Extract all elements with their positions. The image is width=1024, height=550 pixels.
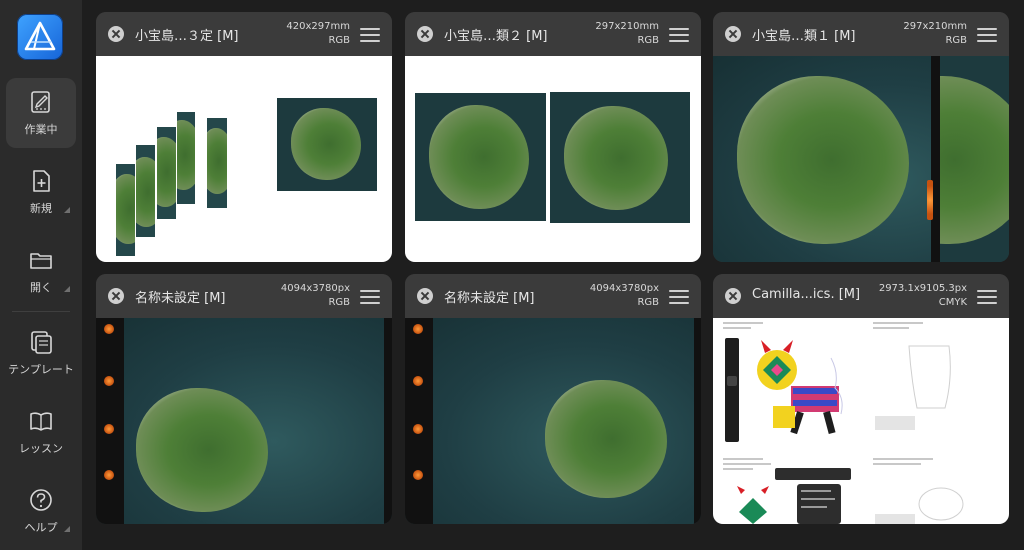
template-icon <box>31 331 52 354</box>
document-size: 297x210mm <box>903 21 967 32</box>
thumbnail-island <box>737 76 909 244</box>
document-color-mode: RGB <box>637 297 659 308</box>
document-color-mode: RGB <box>637 35 659 46</box>
document-thumbnail[interactable] <box>713 56 1009 262</box>
thumbnail-slice <box>136 145 155 237</box>
sidebar-item-templates[interactable]: テンプレート <box>6 318 76 388</box>
document-title: 小宝島…類１ [M] <box>752 29 856 44</box>
film-edge-right <box>694 318 701 524</box>
film-marker <box>413 376 423 386</box>
app-logo-icon <box>17 14 63 60</box>
document-thumbnail[interactable] <box>405 318 701 524</box>
thumbnail-slice <box>207 118 227 208</box>
sidebar-item-help[interactable]: ヘルプ <box>6 476 76 546</box>
document-menu-button[interactable] <box>669 28 689 42</box>
document-card-header: 名称未設定 [M] 4094x3780px RGB <box>405 274 701 318</box>
sidebar-item-label: ヘルプ <box>24 521 58 534</box>
document-card[interactable]: 小宝島…類１ [M] 297x210mm RGB <box>713 12 1009 262</box>
corner-indicator <box>64 286 70 292</box>
thumbnail-frame-edge <box>931 56 940 262</box>
document-card-header: 小宝島…類２ [M] 297x210mm RGB <box>405 12 701 56</box>
film-marker <box>413 470 423 480</box>
film-edge-right <box>384 318 392 524</box>
illustration-preview <box>723 322 964 524</box>
sidebar-divider <box>12 311 70 312</box>
document-title: 小宝島…類２ [M] <box>444 29 548 44</box>
document-card-header: 名称未設定 [M] 4094x3780px RGB <box>96 274 392 318</box>
document-size: 4094x3780px <box>280 283 350 294</box>
document-card-header: 小宝島…類１ [M] 297x210mm RGB <box>713 12 1009 56</box>
document-menu-button[interactable] <box>360 28 380 42</box>
sidebar-item-label: レッスン <box>19 442 63 455</box>
film-marker <box>104 424 114 434</box>
folder-icon <box>30 253 52 269</box>
document-size: 2973.1x9105.3px <box>878 283 967 294</box>
document-card[interactable]: 名称未設定 [M] 4094x3780px RGB <box>96 274 392 524</box>
book-icon <box>30 412 52 431</box>
document-size: 297x210mm <box>595 21 659 32</box>
sidebar-item-label: 開く <box>30 281 52 294</box>
document-color-mode: RGB <box>328 35 350 46</box>
document-card[interactable]: 名称未設定 [M] 4094x3780px RGB <box>405 274 701 524</box>
close-document-button[interactable] <box>108 288 124 304</box>
corner-indicator <box>64 207 70 213</box>
close-document-button[interactable] <box>417 26 433 42</box>
question-icon <box>30 489 52 511</box>
sidebar: 作業中 新規 開く テンプレート レッスン ヘルプ <box>0 0 82 550</box>
document-title: 名称未設定 [M] <box>135 291 226 306</box>
document-card-header: Camilla...ics. [M] 2973.1x9105.3px CMYK <box>713 274 1009 318</box>
thumbnail-photo <box>277 98 377 191</box>
document-thumbnail[interactable] <box>405 56 701 262</box>
document-menu-button[interactable] <box>669 290 689 304</box>
sidebar-item-label: 新規 <box>30 202 52 215</box>
close-document-button[interactable] <box>725 288 741 304</box>
thumbnail-slice <box>157 127 176 219</box>
document-menu-button[interactable] <box>360 290 380 304</box>
document-thumbnail[interactable] <box>96 56 392 262</box>
thumbnail-slice <box>177 112 195 204</box>
film-marker <box>413 424 423 434</box>
document-size: 4094x3780px <box>589 283 659 294</box>
new-document-icon <box>33 170 50 192</box>
thumbnail-photo <box>415 93 546 221</box>
document-color-mode: CMYK <box>938 297 967 308</box>
close-document-button[interactable] <box>417 288 433 304</box>
close-document-button[interactable] <box>108 26 124 42</box>
film-marker <box>413 324 423 334</box>
sidebar-item-working[interactable]: 作業中 <box>6 78 76 148</box>
thumbnail-island <box>545 380 667 498</box>
document-card[interactable]: Camilla...ics. [M] 2973.1x9105.3px CMYK <box>713 274 1009 524</box>
film-marker <box>104 470 114 480</box>
thumbnail-marker <box>927 180 933 220</box>
document-title: 小宝島…３定 [M] <box>135 29 239 44</box>
document-card-header: 小宝島…３定 [M] 420x297mm RGB <box>96 12 392 56</box>
thumbnail-island <box>136 388 268 512</box>
document-thumbnail[interactable] <box>96 318 392 524</box>
thumbnail-photo <box>940 56 1009 262</box>
document-card[interactable]: 小宝島…類２ [M] 297x210mm RGB <box>405 12 701 262</box>
sidebar-item-open[interactable]: 開く <box>6 236 76 306</box>
film-edge-left <box>96 318 124 524</box>
document-thumbnail[interactable] <box>713 318 1009 524</box>
document-edit-icon <box>31 91 50 113</box>
document-color-mode: RGB <box>945 35 967 46</box>
close-document-button[interactable] <box>725 26 741 42</box>
corner-indicator <box>64 526 70 532</box>
thumbnail-slice <box>116 164 135 256</box>
film-edge-left <box>405 318 433 524</box>
document-menu-button[interactable] <box>977 290 997 304</box>
film-marker <box>104 376 114 386</box>
sidebar-item-label: テンプレート <box>8 363 74 376</box>
thumbnail-photo <box>550 92 690 223</box>
document-title: 名称未設定 [M] <box>444 291 535 306</box>
document-card[interactable]: 小宝島…３定 [M] 420x297mm RGB <box>96 12 392 262</box>
film-marker <box>104 324 114 334</box>
document-title: Camilla...ics. [M] <box>752 287 861 302</box>
document-menu-button[interactable] <box>977 28 997 42</box>
sidebar-item-lessons[interactable]: レッスン <box>6 397 76 467</box>
sidebar-item-label: 作業中 <box>24 123 58 136</box>
document-color-mode: RGB <box>328 297 350 308</box>
document-size: 420x297mm <box>286 21 350 32</box>
sidebar-item-new[interactable]: 新規 <box>6 157 76 227</box>
